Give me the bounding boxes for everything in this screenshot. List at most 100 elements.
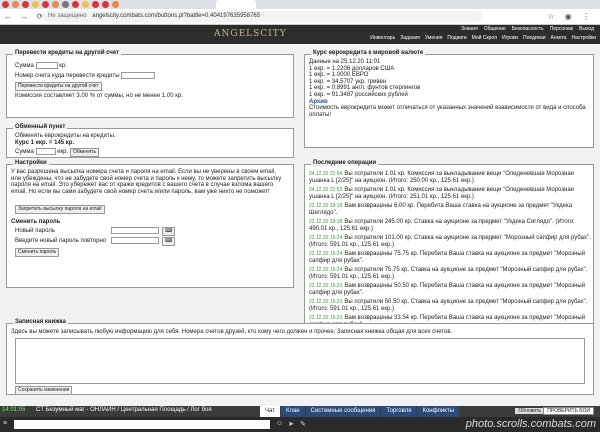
menu-item[interactable]: Безопасность [512, 26, 544, 32]
keyboard-icon[interactable]: ⌨ [162, 237, 176, 246]
menu-item[interactable]: Инвентарь [370, 35, 395, 41]
exchange-rate: Курс 1 екр. = 145 кр. [15, 140, 75, 146]
settings-panel: Настройки У вас разрешена высылка номера… [6, 160, 294, 288]
list-item: 24.12.20 21:53 Вы потратили 1.01 кр. Коми… [309, 187, 574, 200]
rate-line: 1 екр. = 34.5707 укр. гривен [309, 78, 387, 85]
menu-item[interactable]: Настройки [571, 35, 596, 41]
nav-buttons[interactable]: ← → ⟳ [4, 12, 46, 21]
exchange-unit: екр. [57, 149, 69, 156]
rates-title: Курс еврокредита к мировой валюте [311, 50, 426, 56]
tab-system[interactable]: Системные сообщения [305, 406, 381, 417]
repeat-password-label: Введите новый пароль повторно [15, 238, 107, 244]
transfer-sum-input[interactable] [35, 62, 58, 69]
menu-item[interactable]: Персонаж [550, 26, 573, 32]
chat-tabs: Чат Клан Системные сообщения Торговля Ко… [260, 406, 460, 417]
menu-item[interactable]: Задания [400, 35, 420, 41]
list-item: 22.12.20 16:23 Вы потратили 50.50 кр. Ста… [309, 299, 588, 312]
menu-item[interactable]: Умения [425, 35, 442, 41]
tab-clan[interactable]: Клан [280, 406, 305, 417]
list-item: 22.12.20 16:23 Вам возвращены 50.50 кр. П… [309, 283, 586, 296]
location-text: CT Безумный маг - ОНЛАЙН / Центральная П… [36, 407, 212, 413]
menu-item[interactable]: Мой Скрол [472, 35, 497, 41]
rate-line: 1 екр. = 1.2206 долларов США [309, 65, 395, 72]
transfer-panel: Перевести кредиты на другой счет Сумма к… [6, 50, 294, 118]
menu-item[interactable]: Выход [579, 26, 594, 32]
tab-trade[interactable]: Торговля [381, 406, 417, 417]
menu-item[interactable]: Анкета [550, 35, 566, 41]
menu-item[interactable]: Общение [484, 26, 506, 32]
rate-line: 1 екр. = 1.0000 ЕВРО [309, 72, 369, 79]
notebook-title: Записная книжка [13, 319, 68, 325]
rate-line: 1 екр. = 91.3487 российских рублей [309, 91, 408, 98]
settings-text: У вас разрешена высылка номера счета и п… [11, 169, 282, 195]
rates-note: Стоимость еврокредита может отличаться о… [309, 105, 586, 118]
sum-unit: кр. [59, 63, 67, 70]
list-item: 22.12.20 19:19 Вам возвращены 6.00 кр. Пе… [309, 203, 573, 216]
active-browser-tab[interactable] [216, 0, 256, 9]
menu-item[interactable]: Знания [461, 26, 478, 32]
security-indicator: Не защищено [48, 13, 87, 19]
tab-conflicts[interactable]: Конфликты [417, 406, 460, 417]
chat-input[interactable] [14, 420, 270, 429]
account-label: Номер счета куда перевести кредиты [15, 73, 120, 80]
url-input[interactable]: Не защищено angelscity.combats.com/butto… [42, 11, 482, 22]
exchange-title: Обменный пункт [13, 124, 68, 130]
new-password-input[interactable] [111, 227, 159, 234]
menu-item[interactable]: Подвиги [447, 35, 466, 41]
menu-icon[interactable]: ≡ [3, 420, 7, 427]
sum-label: Сумма [15, 63, 34, 70]
exchange-sum-label: Сумма [15, 149, 34, 156]
exchange-panel: Обменный пункт Обменять еврокредиты на к… [6, 124, 294, 158]
notebook-panel: Записная книжка Здесь вы можете записыва… [6, 319, 594, 395]
list-item: 22.12.20 19:18 Вы потратили 245.00 кр. Ст… [309, 219, 575, 232]
tab-chat[interactable]: Чат [260, 406, 280, 417]
disable-email-button[interactable]: Запретить высылку пароля на email [15, 205, 105, 214]
exchange-sum-input[interactable] [35, 148, 56, 155]
top-menu: Знания Общение Безопасность Персонаж Вых… [461, 26, 594, 32]
change-password-title: Сменить пароль [11, 219, 61, 225]
refresh-button[interactable]: Обновить [515, 408, 544, 414]
transfer-button[interactable]: Перевести кредиты на другой счет [15, 82, 102, 91]
list-item: 22.12.20 16:24 Вам возвращены 75.75 кр. П… [309, 251, 586, 264]
clock: 14:01:05 [2, 407, 26, 413]
settings-title: Настройки [13, 160, 49, 166]
operations-title: Последние операции [311, 160, 379, 166]
smile-icon[interactable]: ☺ [276, 420, 283, 427]
menu-item[interactable]: Игроки [502, 35, 518, 41]
save-notes-button[interactable]: Сохранить изменения [15, 386, 73, 395]
address-bar: ← → ⟳ Не защищено angelscity.combats.com… [0, 9, 600, 25]
rates-panel: Курс еврокредита к мировой валюте Данные… [304, 50, 594, 148]
chat-input-bar: ≡ ☺ ➤ ✎ photo.scrolls.combats.com [0, 417, 600, 432]
send-icon[interactable]: ➤ [288, 420, 294, 428]
change-password-button[interactable]: Сменить пароль [15, 248, 60, 257]
game-header: ANGELSCITY Знания Общение Безопасность П… [0, 25, 600, 44]
transfer-title: Перевести кредиты на другой счет [13, 50, 122, 56]
url-text: angelscity.combats.com/buttons.pl?battle… [92, 13, 261, 19]
game-logo: ANGELSCITY [214, 29, 287, 39]
repeat-password-input[interactable] [111, 237, 159, 244]
notebook-desc: Здесь вы можете записывать любую информа… [11, 329, 453, 335]
chat-bar: 14:01:05 CT Безумный маг - ОНЛАЙН / Цент… [0, 406, 600, 417]
commission-text: Комиссия составляет 3.00 % от суммы, но … [15, 93, 183, 99]
browser-actions[interactable]: ☆ ◉ ⋮ [547, 12, 594, 21]
exchange-desc: Обменять еврокредиты на кредиты. [15, 133, 116, 139]
tab-favicons[interactable] [2, 1, 119, 8]
operations-list: 24.12.20 21:54 Вы потратили 1.01 кр. Коми… [309, 170, 591, 331]
browser-tabbar [0, 0, 600, 9]
new-password-label: Новый пароль [15, 228, 55, 234]
notebook-textarea[interactable] [15, 338, 585, 384]
watermark: photo.scrolls.combats.com [465, 418, 596, 430]
list-item: 22.12.20 16:24 Вы потратили 75.75 кр. Ста… [309, 267, 588, 280]
account-number-input[interactable] [121, 72, 156, 79]
rate-line: 1 екр. = 0.8991 англ. фунтов стерлингов [309, 85, 421, 92]
list-item: 22.12.20 16:24 Вы потратили 101.00 кр. Ст… [309, 235, 591, 248]
keyboard-icon[interactable]: ⌨ [162, 227, 176, 236]
clear-icon[interactable]: ✎ [300, 420, 306, 428]
list-item: 24.12.20 21:54 Вы потратили 1.01 кр. Коми… [309, 171, 574, 184]
main-content: Перевести кредиты на другой счет Сумма к… [0, 44, 600, 406]
sub-menu: Инвентарь Задания Умения Подвиги Мой Скр… [370, 35, 596, 41]
exchange-button[interactable]: Обменять [69, 148, 100, 158]
check-fights-button[interactable]: ПРОВЕРИТЬ БОИ [543, 407, 594, 415]
menu-item[interactable]: Поединки [523, 35, 546, 41]
rates-date: Данные на 25.12.20 11:01 [309, 59, 381, 65]
